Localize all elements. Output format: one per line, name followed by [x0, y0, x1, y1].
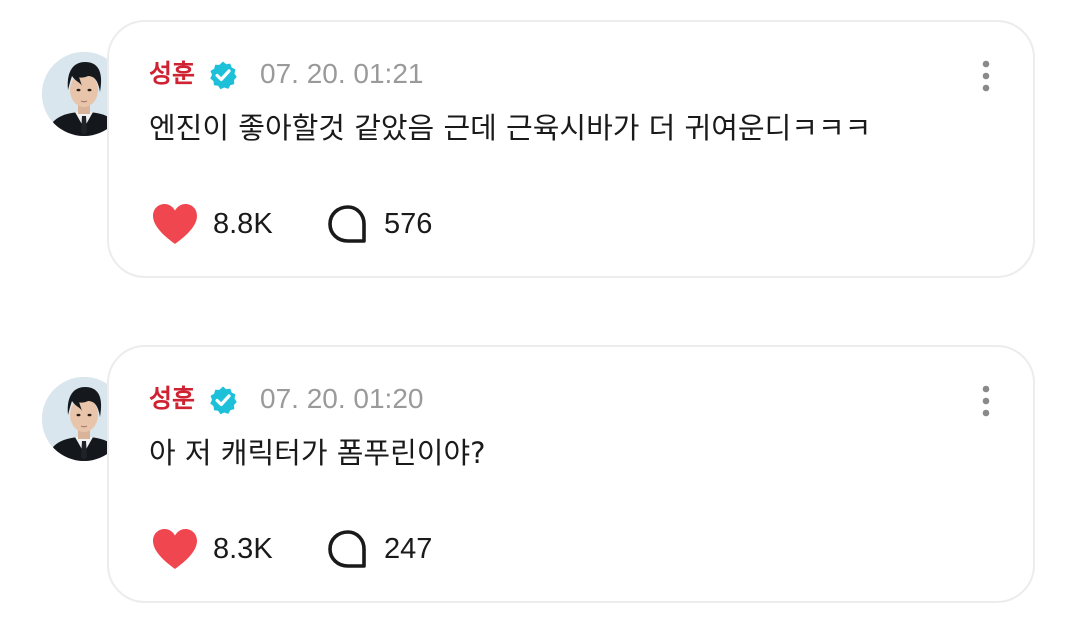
timestamp: 07. 20. 01:20	[260, 383, 424, 414]
comment-count: 576	[384, 208, 433, 240]
comment-text: 엔진이 좋아할것 같았음 근데 근육시바가 더 귀여운디ㅋㅋㅋ	[149, 111, 872, 145]
heart-icon[interactable]	[151, 527, 199, 571]
more-options-icon[interactable]	[973, 383, 999, 419]
more-options-icon[interactable]	[973, 58, 999, 94]
comment-card: 성훈 07. 20. 01:20 아 저 캐릭터가 폼푸린이야? 8.3K 24…	[107, 345, 1035, 603]
like-count: 8.8K	[213, 208, 273, 240]
verified-badge-icon	[210, 386, 237, 415]
comment-item: 성훈 07. 20. 01:20 아 저 캐릭터가 폼푸린이야? 8.3K 24…	[0, 325, 1080, 625]
comment-bubble-icon[interactable]	[326, 528, 370, 572]
comment-text: 아 저 캐릭터가 폼푸린이야?	[149, 436, 486, 470]
heart-icon[interactable]	[151, 202, 199, 246]
comment-item: 성훈 07. 20. 01:21 엔진이 좋아할것 같았음 근데 근육시바가 더…	[0, 0, 1080, 300]
author-name[interactable]: 성훈	[149, 54, 195, 94]
comment-card: 성훈 07. 20. 01:21 엔진이 좋아할것 같았음 근데 근육시바가 더…	[107, 20, 1035, 278]
author-name[interactable]: 성훈	[149, 379, 195, 419]
timestamp: 07. 20. 01:21	[260, 58, 424, 89]
like-count: 8.3K	[213, 533, 273, 565]
comment-bubble-icon[interactable]	[326, 203, 370, 247]
comment-count: 247	[384, 533, 433, 565]
verified-badge-icon	[210, 61, 237, 90]
